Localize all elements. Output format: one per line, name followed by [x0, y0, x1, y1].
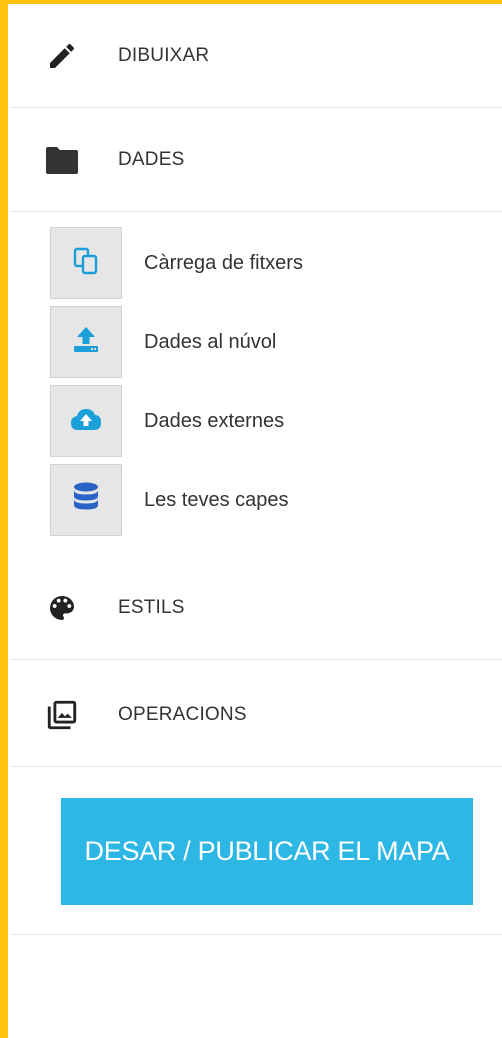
submenu-item-file-upload[interactable]: Càrrega de fitxers: [50, 225, 490, 301]
menu-label-draw: DIBUIXAR: [118, 44, 210, 66]
submenu-tile: [50, 385, 122, 457]
submenu-item-your-layers[interactable]: Les teves capes: [50, 462, 490, 538]
menu-item-data[interactable]: DADES: [10, 108, 502, 212]
left-border: [0, 0, 8, 1038]
save-publish-map-button[interactable]: DESAR / PUBLICAR EL MAPA: [61, 798, 473, 905]
tools-panel: DIBUIXAR DADES Càrrega de fitxers Dades …: [10, 4, 502, 1038]
menu-item-operations[interactable]: OPERACIONS: [10, 663, 502, 767]
submenu-label: Les teves capes: [144, 488, 289, 511]
database-icon: [71, 481, 101, 520]
submenu-item-cloud-data[interactable]: Dades al núvol: [50, 304, 490, 380]
submenu-item-external-data[interactable]: Dades externes: [50, 383, 490, 459]
submenu-tile: [50, 227, 122, 299]
bottom-divider: [10, 934, 502, 935]
copy-files-icon: [70, 245, 102, 282]
pencil-icon: [42, 36, 82, 76]
palette-icon: [42, 588, 82, 628]
folder-icon: [42, 140, 82, 180]
submenu-tile: [50, 306, 122, 378]
cloud-upload-icon: [69, 404, 103, 439]
menu-label-operations: OPERACIONS: [118, 703, 247, 725]
menu-label-styles: ESTILS: [118, 596, 185, 618]
photo-library-icon: [42, 695, 82, 735]
submenu-label: Càrrega de fitxers: [144, 251, 303, 274]
menu-item-styles[interactable]: ESTILS: [10, 556, 502, 660]
menu-label-data: DADES: [118, 148, 185, 170]
submenu-label: Dades externes: [144, 409, 285, 432]
menu-item-draw[interactable]: DIBUIXAR: [10, 4, 502, 108]
submenu-tile: [50, 464, 122, 536]
upload-icon: [70, 324, 102, 361]
submenu-label: Dades al núvol: [144, 330, 277, 353]
